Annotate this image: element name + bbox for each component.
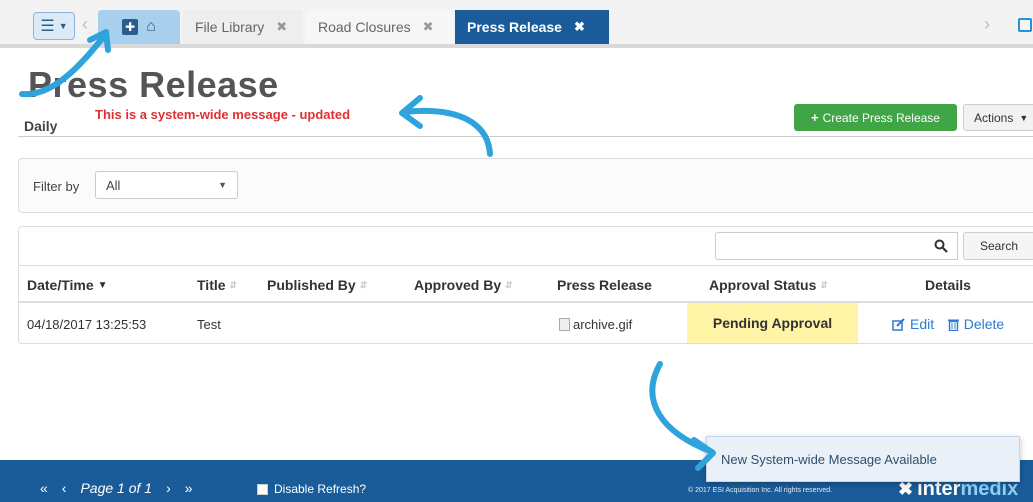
tab-label: File Library xyxy=(195,19,265,35)
tab-road-closures[interactable]: Road Closures ✖ xyxy=(306,10,454,44)
tabs-prev-icon[interactable]: ‹ xyxy=(82,14,88,35)
tab-label: Road Closures xyxy=(318,19,411,35)
status-badge: Pending Approval xyxy=(687,303,858,343)
search-button[interactable]: Search xyxy=(963,232,1033,260)
disable-refresh-label: Disable Refresh? xyxy=(274,482,367,496)
prev-page-icon[interactable]: ‹ xyxy=(62,480,67,496)
caret-down-icon: ▼ xyxy=(218,180,227,190)
sort-icon: ⇵ xyxy=(820,279,828,290)
sort-desc-icon: ▼ xyxy=(97,279,108,291)
cell-press-release-file[interactable]: archive.gif xyxy=(559,317,632,332)
system-message: This is a system-wide message - updated xyxy=(95,107,351,122)
system-message-toast[interactable]: New System-wide Message Available xyxy=(706,436,1020,482)
filter-select[interactable]: All ▼ xyxy=(95,171,238,199)
cell-datetime: 04/18/2017 13:25:53 xyxy=(27,317,147,332)
plus-icon: + xyxy=(811,110,819,125)
column-header-datetime[interactable]: Date/Time ▼ xyxy=(27,277,108,293)
pagination: « ‹ Page 1 of 1 › » xyxy=(40,480,193,496)
cell-details: Edit Delete xyxy=(892,316,1004,334)
tab-bar: ☰ ▼ ‹ ✚ ⌂ File Library ✖ Road Closures ✖… xyxy=(0,0,1033,48)
disable-refresh-toggle[interactable]: Disable Refresh? xyxy=(257,482,366,496)
sort-icon: ⇵ xyxy=(359,279,368,290)
tab-home[interactable]: ✚ ⌂ xyxy=(98,10,180,44)
actions-button[interactable]: Actions ▼ xyxy=(963,104,1033,131)
filter-selected-value: All xyxy=(106,177,121,193)
page-subtitle: Daily xyxy=(24,118,58,134)
next-page-icon[interactable]: › xyxy=(166,480,171,496)
create-press-release-button[interactable]: + Create Press Release xyxy=(794,104,957,131)
annotation-arrow-toast xyxy=(649,361,715,455)
tabs-next-icon[interactable]: › xyxy=(984,14,990,35)
caret-down-icon: ▼ xyxy=(1019,112,1029,123)
last-page-icon[interactable]: » xyxy=(185,480,193,496)
copyright-text: © 2017 ESI Acquisition Inc. All rights r… xyxy=(688,487,833,494)
file-icon xyxy=(559,318,570,331)
filter-label: Filter by xyxy=(33,179,80,194)
search-input[interactable] xyxy=(715,232,958,260)
logo-mark-icon: ✖ xyxy=(898,479,914,499)
pin-icon: ✚ xyxy=(122,19,139,35)
column-header-press-release: Press Release xyxy=(557,277,652,293)
close-icon[interactable]: ✖ xyxy=(574,19,585,35)
column-header-approved-by[interactable]: Approved By ⇵ xyxy=(414,277,513,293)
home-icon: ⌂ xyxy=(146,18,156,35)
column-header-title[interactable]: Title ⇵ xyxy=(197,277,237,293)
table-header-divider xyxy=(19,301,1033,303)
annotation-arrow-message xyxy=(401,107,493,157)
delete-link[interactable]: Delete xyxy=(947,316,1004,332)
hamburger-icon: ☰ xyxy=(40,18,55,35)
press-release-table: Search Date/Time ▼ Title ⇵ Published By ⇵ A… xyxy=(18,226,1033,344)
sort-icon: ⇵ xyxy=(229,279,238,290)
page-title: Press Release xyxy=(28,64,279,105)
create-button-label: Create Press Release xyxy=(822,110,940,125)
edit-icon xyxy=(892,317,905,331)
actions-label: Actions xyxy=(974,110,1014,125)
column-header-published-by[interactable]: Published By ⇵ xyxy=(267,277,367,293)
sort-icon: ⇵ xyxy=(505,279,513,290)
search-icon[interactable] xyxy=(925,233,957,259)
cell-title: Test xyxy=(197,317,221,332)
close-icon[interactable]: ✖ xyxy=(276,19,287,35)
filter-panel: Filter by All ▼ xyxy=(18,158,1033,213)
column-header-details: Details xyxy=(925,277,971,293)
window-icon[interactable] xyxy=(1018,18,1032,32)
first-page-icon[interactable]: « xyxy=(40,480,48,496)
tab-file-library[interactable]: File Library ✖ xyxy=(183,10,303,44)
tab-press-release[interactable]: Press Release ✖ xyxy=(455,10,609,44)
page-indicator: Page 1 of 1 xyxy=(80,480,153,496)
table-toolbar-divider xyxy=(19,265,1033,266)
trash-icon xyxy=(947,319,959,331)
tab-label: Press Release xyxy=(467,19,562,35)
column-header-approval-status[interactable]: Approval Status ⇵ xyxy=(709,277,828,293)
caret-down-icon: ▼ xyxy=(58,21,68,31)
close-icon[interactable]: ✖ xyxy=(423,19,434,35)
disable-refresh-checkbox[interactable] xyxy=(257,483,268,495)
title-divider xyxy=(18,136,1033,137)
menu-button[interactable]: ☰ ▼ xyxy=(33,12,75,40)
edit-link[interactable]: Edit xyxy=(892,316,934,332)
